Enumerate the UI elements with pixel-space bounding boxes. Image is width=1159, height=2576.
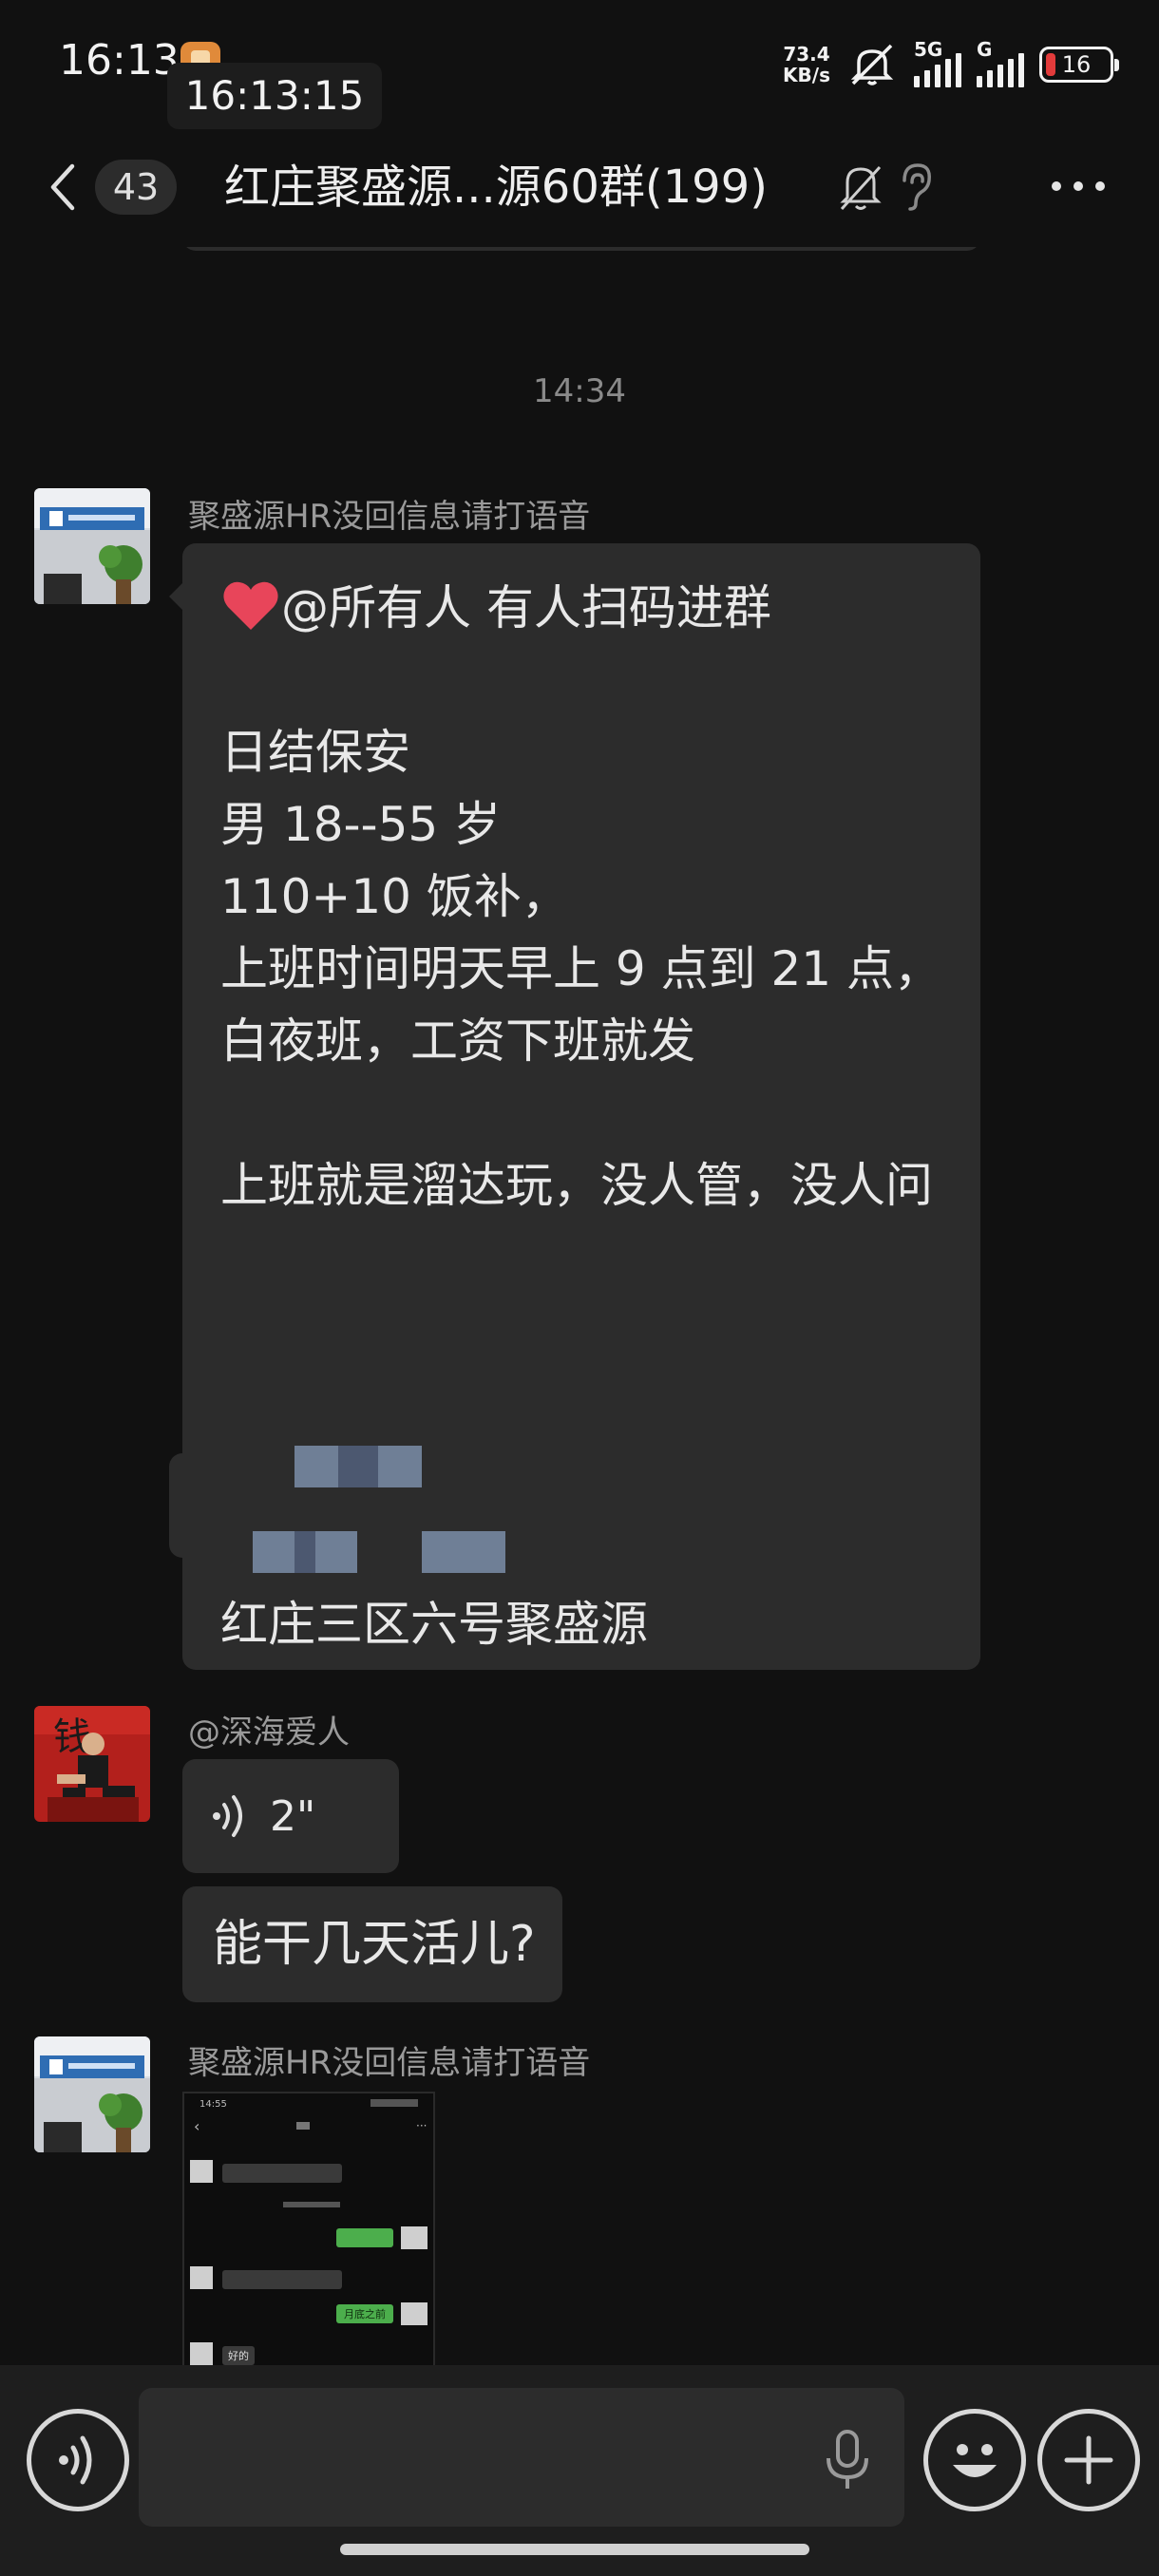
- chat-screenshot-thumbnail: 14:55 ‹ ··· 月底之前 好的: [184, 2093, 433, 2365]
- previous-message-bubble[interactable]: [182, 247, 980, 251]
- message-line: 上班就是溜达玩，没人管，没人问: [220, 1158, 933, 1213]
- message-timestamp: 14:34: [533, 372, 626, 410]
- blurred-qr-block: [315, 1531, 357, 1573]
- network-speed-value: 73.4: [783, 43, 830, 66]
- avatar[interactable]: 钱: [34, 1706, 150, 1822]
- svg-text:‹: ‹: [194, 2117, 200, 2135]
- chat-header: 43 红庄聚盛源...源60群(199): [0, 133, 1159, 247]
- sender-name: @深海爱人: [188, 1714, 350, 1752]
- ear-icon: [902, 163, 931, 211]
- message-line: 上班时间明天早上 9 点到 21 点，: [220, 941, 942, 996]
- text-message-bubble[interactable]: 能干几天活儿?: [182, 1886, 562, 2002]
- message-line-text: @所有人 有人扫码进群: [281, 580, 771, 635]
- blurred-qr-block: [294, 1446, 338, 1487]
- voice-toggle-button[interactable]: [27, 2409, 129, 2511]
- signal-g-label: G: [977, 38, 993, 61]
- network-speed: 73.4 KB/s: [783, 44, 830, 85]
- blurred-qr-block: [338, 1446, 378, 1487]
- bubble-edge: [169, 1453, 184, 1558]
- message-list[interactable]: 14:34 聚盛源HR没回信息请打语音 @所有人 有人扫码进群 日结保安 男 1: [0, 247, 1159, 2365]
- battery-level: 16: [1061, 51, 1092, 78]
- chat-title[interactable]: 红庄聚盛源...源60群(199): [224, 154, 768, 220]
- network-speed-unit: KB/s: [783, 64, 830, 86]
- avatar[interactable]: [34, 2036, 150, 2152]
- status-indicators: 73.4 KB/s 5G G 16: [783, 38, 1119, 91]
- sender-name: 聚盛源HR没回信息请打语音: [188, 2044, 591, 2082]
- voice-message-bubble[interactable]: 2": [182, 1759, 399, 1873]
- input-bar: [0, 2365, 1159, 2576]
- blurred-qr-block: [422, 1531, 505, 1573]
- back-button[interactable]: 43: [46, 154, 179, 220]
- announcement-message-bubble[interactable]: @所有人 有人扫码进群 日结保安 男 18--55 岁 110+10 饭补， 上…: [182, 543, 980, 1670]
- signal-5g-label: 5G: [914, 38, 943, 61]
- status-time: 16:13: [59, 36, 180, 85]
- voice-toggle-icon: [59, 2435, 92, 2485]
- home-indicator[interactable]: [340, 2544, 809, 2555]
- plus-icon: [1064, 2435, 1113, 2485]
- screenshot-image-message[interactable]: 14:55 ‹ ··· 月底之前 好的: [182, 2092, 435, 2365]
- blurred-qr-block: [294, 1531, 315, 1573]
- thumbnail-green-text: 月底之前: [344, 2307, 386, 2320]
- more-icon[interactable]: [1045, 158, 1112, 215]
- message-line: [220, 644, 942, 716]
- blurred-qr-block: [378, 1446, 422, 1487]
- emoji-icon: [953, 2444, 997, 2477]
- message-footer-line: 红庄三区六号聚盛源: [220, 1597, 648, 1652]
- thumbnail-bubble-text: 好的: [228, 2349, 249, 2362]
- voice-duration: 2": [270, 1791, 316, 1841]
- svg-text:···: ···: [416, 2119, 427, 2132]
- battery-icon: 16: [1039, 47, 1119, 83]
- avatar-person-image: 钱: [34, 1706, 150, 1822]
- message-line: 白夜班，工资下班就发: [220, 1013, 695, 1069]
- bubble-pointer: [169, 583, 182, 610]
- signal-g-icon: G: [977, 38, 1024, 87]
- back-icon: [50, 163, 75, 211]
- voice-wave-icon: [213, 1795, 242, 1837]
- mute-bell-icon: [840, 165, 882, 211]
- floating-clock: 16:13:15: [167, 63, 382, 129]
- message-line: @所有人 有人扫码进群: [220, 572, 942, 644]
- unread-count-badge: 43: [95, 160, 177, 215]
- plus-button[interactable]: [1037, 2409, 1140, 2511]
- signal-5g-icon: 5G: [914, 38, 961, 87]
- message-line: 110+10 饭补，: [220, 869, 569, 924]
- avatar-office-image: [34, 2036, 150, 2152]
- message-line: 男 18--55 岁: [220, 797, 502, 852]
- message-line: 日结保安: [220, 725, 410, 780]
- message-line: [220, 1077, 942, 1149]
- heart-icon: [223, 581, 278, 630]
- chat-screen: 16:13 16:13:15 73.4 KB/s 5G G 16 43 红庄聚盛…: [0, 0, 1159, 2576]
- mute-icon: [850, 44, 894, 85]
- avatar[interactable]: [34, 488, 150, 604]
- message-input[interactable]: [139, 2388, 904, 2527]
- emoji-button[interactable]: [923, 2409, 1026, 2511]
- thumbnail-time: 14:55: [200, 2099, 227, 2110]
- mic-icon[interactable]: [819, 2426, 876, 2494]
- sender-name: 聚盛源HR没回信息请打语音: [188, 498, 591, 536]
- avatar-office-image: [34, 488, 150, 604]
- status-bar: 16:13 16:13:15 73.4 KB/s 5G G 16: [0, 0, 1159, 133]
- blurred-qr-block: [253, 1531, 294, 1573]
